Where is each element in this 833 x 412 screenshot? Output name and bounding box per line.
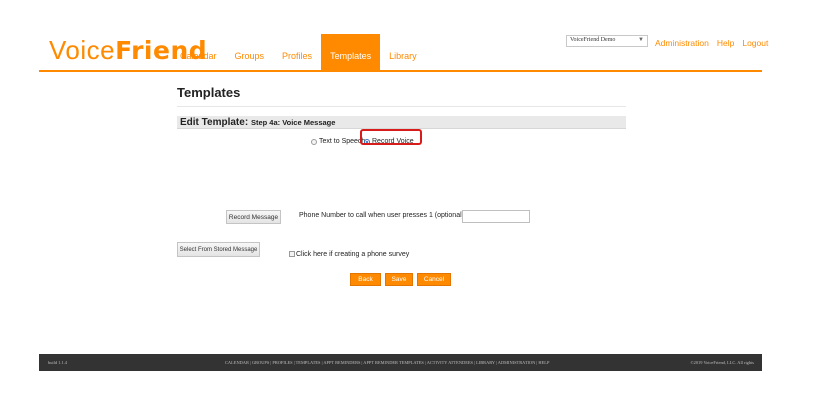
footer-links[interactable]: CALENDAR | GROUPS | PROFILES | TEMPLATES… — [225, 354, 549, 371]
nav-groups[interactable]: Groups — [226, 34, 274, 70]
back-button[interactable]: Back — [350, 273, 381, 286]
text-to-speech-radio[interactable] — [311, 138, 317, 145]
phone-number-input[interactable] — [462, 210, 530, 223]
title-divider — [177, 106, 626, 107]
chevron-down-icon: ▼ — [638, 37, 644, 43]
section-title: Edit Template: Step 4a: Voice Message — [180, 116, 335, 129]
page-title: Templates — [177, 85, 241, 100]
top-links: Administration Help Logout — [655, 38, 768, 48]
phone-number-label: Phone Number to call when user presses 1… — [299, 212, 466, 219]
administration-link[interactable]: Administration — [655, 38, 709, 48]
nav-library[interactable]: Library — [380, 34, 426, 70]
logout-link[interactable]: Logout — [742, 38, 768, 48]
cancel-button[interactable]: Cancel — [417, 273, 451, 286]
text-to-speech-option[interactable]: Text to Speech — [311, 133, 365, 151]
phone-survey-label: Click here if creating a phone survey — [296, 251, 410, 258]
nav-profiles[interactable]: Profiles — [273, 34, 321, 70]
account-select[interactable]: VoiceFriend Demo ▼ — [566, 35, 648, 47]
account-select-value: VoiceFriend Demo — [570, 37, 616, 43]
footer: build 1.1.4 CALENDAR | GROUPS | PROFILES… — [39, 354, 762, 371]
nav-templates[interactable]: Templates — [321, 34, 381, 70]
record-voice-highlight-box — [360, 129, 422, 145]
text-to-speech-label: Text to Speech — [319, 138, 366, 146]
nav-calendar[interactable]: Calendar — [171, 34, 226, 70]
phone-survey-checkbox[interactable] — [289, 251, 295, 257]
save-button[interactable]: Save — [385, 273, 413, 286]
select-stored-message-button[interactable]: Select From Stored Message — [177, 242, 260, 257]
section-title-main: Edit Template: — [180, 117, 249, 128]
logo-text-light: Voice — [49, 35, 116, 65]
footer-copyright: ©2019 VoiceFriend, LLC. All rights — [690, 360, 754, 365]
main-nav: Calendar Groups Profiles Templates Libra… — [171, 34, 426, 70]
footer-build: build 1.1.4 — [48, 360, 67, 365]
header-divider — [39, 70, 762, 72]
section-title-step: Step 4a: Voice Message — [250, 118, 336, 127]
help-link[interactable]: Help — [717, 38, 734, 48]
record-message-button[interactable]: Record Message — [226, 210, 281, 224]
